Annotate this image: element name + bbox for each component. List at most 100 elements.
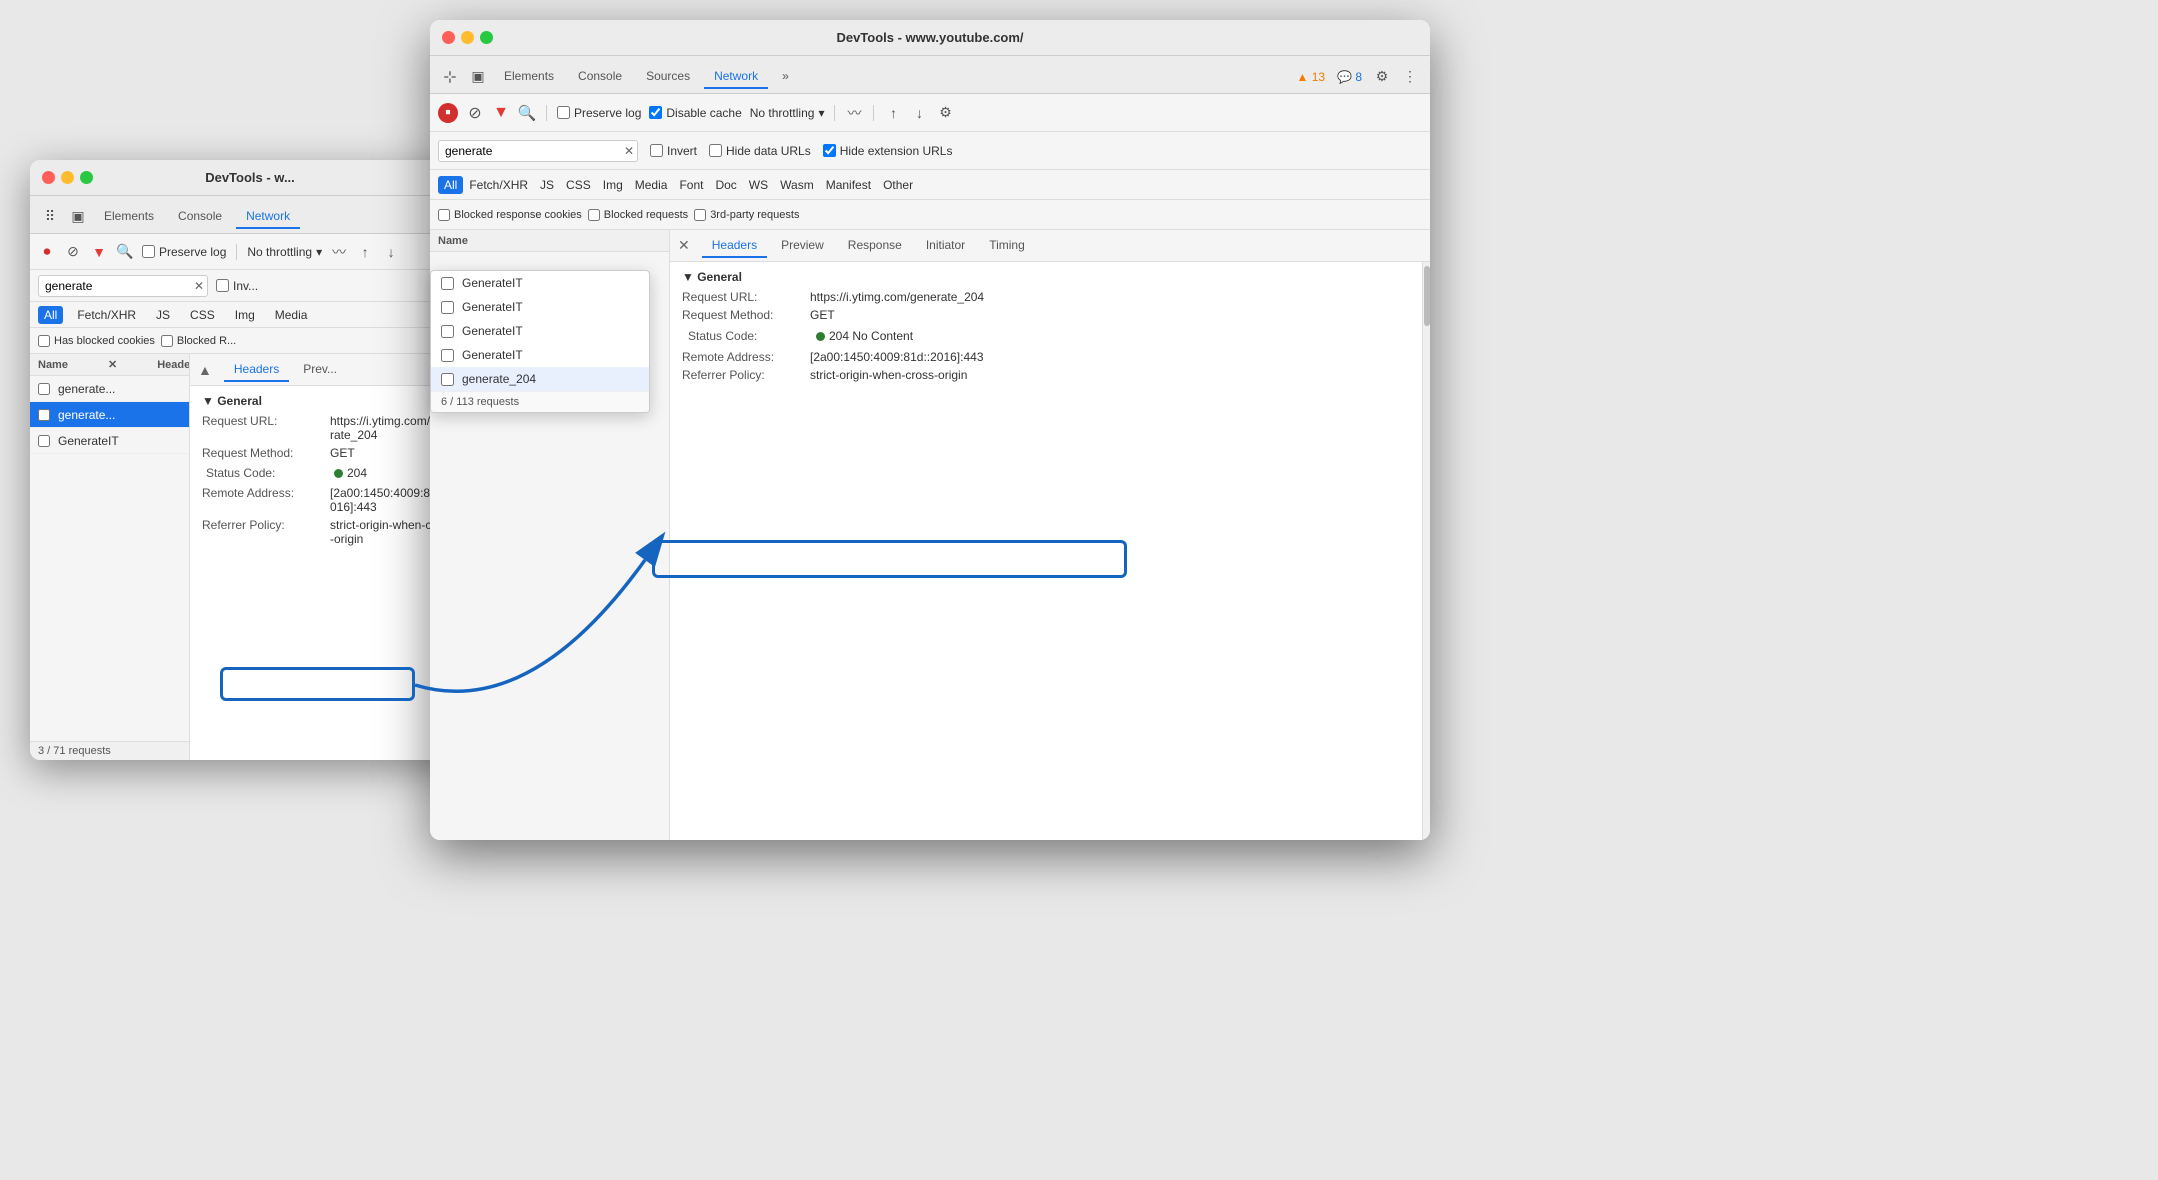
front-tab-console[interactable]: Console bbox=[568, 65, 632, 89]
front-panel-tab-response[interactable]: Response bbox=[838, 234, 912, 258]
back-device-icon[interactable]: ▣ bbox=[66, 205, 90, 229]
front-disable-cache-cb[interactable] bbox=[649, 106, 662, 119]
front-wifi-icon[interactable]: 〰 bbox=[845, 104, 863, 122]
front-hide-ext-urls-label[interactable]: Hide extension URLs bbox=[823, 144, 953, 158]
back-panel-tab-preview[interactable]: Prev... bbox=[293, 358, 347, 382]
dropdown-item-generate204-cb[interactable] bbox=[441, 373, 454, 386]
front-preserve-log-label[interactable]: Preserve log bbox=[557, 106, 641, 120]
back-tab-network[interactable]: Network bbox=[236, 205, 300, 229]
front-hide-ext-urls-cb[interactable] bbox=[823, 144, 836, 157]
front-messages-badge[interactable]: 💬 8 bbox=[1333, 65, 1366, 89]
front-filter-js[interactable]: JS bbox=[534, 176, 560, 194]
back-chip-blocked-cookies-cb[interactable] bbox=[38, 335, 50, 347]
back-filter-fetch[interactable]: Fetch/XHR bbox=[71, 306, 142, 324]
back-stop-icon[interactable]: ⏺ bbox=[38, 243, 56, 261]
front-minimize-button[interactable] bbox=[461, 31, 474, 44]
back-minimize-button[interactable] bbox=[61, 171, 74, 184]
front-scrollbar[interactable] bbox=[1422, 262, 1430, 840]
front-filter-wasm[interactable]: Wasm bbox=[774, 176, 820, 194]
front-filter-media[interactable]: Media bbox=[629, 176, 674, 194]
front-disable-cache-label[interactable]: Disable cache bbox=[649, 106, 741, 120]
back-chip-blocked-cookies[interactable]: Has blocked cookies bbox=[38, 335, 155, 347]
dropdown-item3-cb[interactable] bbox=[441, 325, 454, 338]
back-maximize-button[interactable] bbox=[80, 171, 93, 184]
front-filter-fetch[interactable]: Fetch/XHR bbox=[463, 176, 534, 194]
dropdown-item1-cb[interactable] bbox=[441, 277, 454, 290]
front-maximize-button[interactable] bbox=[480, 31, 493, 44]
front-download-icon[interactable]: ↓ bbox=[910, 104, 928, 122]
back-inspect-icon[interactable]: ⠿ bbox=[38, 205, 62, 229]
front-filter-doc[interactable]: Doc bbox=[709, 176, 742, 194]
front-blocked-requests-cb[interactable] bbox=[588, 209, 600, 221]
front-panel-tab-timing[interactable]: Timing bbox=[979, 234, 1035, 258]
back-panel-tab-headers[interactable]: Headers bbox=[224, 358, 289, 382]
front-preserve-log-cb[interactable] bbox=[557, 106, 570, 119]
back-search-input[interactable] bbox=[38, 275, 208, 297]
back-throttle-select[interactable]: No throttling ▾ bbox=[247, 245, 322, 259]
back-upload-icon[interactable]: ↑ bbox=[356, 243, 374, 261]
front-warnings-badge[interactable]: ▲ 13 bbox=[1292, 65, 1329, 89]
front-search-input[interactable] bbox=[438, 140, 638, 162]
back-filter-media[interactable]: Media bbox=[269, 306, 314, 324]
back-invert-checkbox[interactable] bbox=[216, 279, 229, 292]
back-invert-label[interactable]: Inv... bbox=[216, 279, 258, 293]
front-filter-css[interactable]: CSS bbox=[560, 176, 597, 194]
back-search-clear[interactable]: ✕ bbox=[194, 279, 204, 293]
back-filter-css[interactable]: CSS bbox=[184, 306, 221, 324]
front-panel-close-icon[interactable]: ✕ bbox=[678, 237, 690, 254]
back-preserve-log-checkbox[interactable] bbox=[142, 245, 155, 258]
back-wifi-icon[interactable]: 〰 bbox=[330, 243, 348, 261]
dropdown-item-1[interactable]: GenerateIT bbox=[431, 271, 649, 295]
front-upload-icon[interactable]: ↑ bbox=[884, 104, 902, 122]
front-filter-font[interactable]: Font bbox=[673, 176, 709, 194]
front-filter-all[interactable]: All bbox=[438, 176, 463, 194]
front-tab-more[interactable]: » bbox=[772, 65, 799, 89]
front-panel-tab-initiator[interactable]: Initiator bbox=[916, 234, 975, 258]
front-hide-data-urls-cb[interactable] bbox=[709, 144, 722, 157]
back-tab-elements[interactable]: Elements bbox=[94, 205, 164, 229]
front-scroll-thumb[interactable] bbox=[1424, 266, 1430, 326]
back-item1-cb[interactable] bbox=[38, 383, 50, 395]
back-filter-icon[interactable]: ▼ bbox=[90, 243, 108, 261]
back-clear-icon[interactable]: ⊘ bbox=[64, 243, 82, 261]
back-download-icon[interactable]: ↓ bbox=[382, 243, 400, 261]
front-filter-icon[interactable]: ▼ bbox=[492, 104, 510, 122]
front-close-button[interactable] bbox=[442, 31, 455, 44]
back-network-item-3[interactable]: GenerateIT bbox=[30, 428, 189, 454]
front-throttle-select[interactable]: No throttling ▾ bbox=[750, 106, 825, 120]
front-blocked-cookies-cb[interactable] bbox=[438, 209, 450, 221]
back-chip-blocked-r[interactable]: Blocked R... bbox=[161, 335, 236, 347]
front-more-icon[interactable]: ⋮ bbox=[1398, 65, 1422, 89]
back-item2-cb[interactable] bbox=[38, 409, 50, 421]
front-filter-other[interactable]: Other bbox=[877, 176, 919, 194]
dropdown-item4-cb[interactable] bbox=[441, 349, 454, 362]
back-network-item-2[interactable]: generate... bbox=[30, 402, 189, 428]
dropdown-item-2[interactable]: GenerateIT bbox=[431, 295, 649, 319]
front-invert-cb[interactable] bbox=[650, 144, 663, 157]
front-panel-tab-preview[interactable]: Preview bbox=[771, 234, 834, 258]
back-filter-img[interactable]: Img bbox=[229, 306, 261, 324]
front-device-icon[interactable]: ▣ bbox=[466, 65, 490, 89]
front-blocked-requests[interactable]: Blocked requests bbox=[588, 209, 688, 221]
front-blocked-response-cookies[interactable]: Blocked response cookies bbox=[438, 209, 582, 221]
front-search-clear[interactable]: ✕ bbox=[624, 144, 634, 158]
dropdown-item2-cb[interactable] bbox=[441, 301, 454, 314]
back-filter-js[interactable]: JS bbox=[150, 306, 176, 324]
front-filter-manifest[interactable]: Manifest bbox=[820, 176, 877, 194]
front-search-icon[interactable]: 🔍 bbox=[518, 104, 536, 122]
front-invert-label[interactable]: Invert bbox=[650, 144, 697, 158]
front-settings-icon[interactable]: ⚙ bbox=[1370, 65, 1394, 89]
front-tab-sources[interactable]: Sources bbox=[636, 65, 700, 89]
back-filter-all[interactable]: All bbox=[38, 306, 63, 324]
front-filter-ws[interactable]: WS bbox=[743, 176, 774, 194]
front-settings2-icon[interactable]: ⚙ bbox=[936, 104, 954, 122]
front-hide-data-urls-label[interactable]: Hide data URLs bbox=[709, 144, 811, 158]
front-tab-elements[interactable]: Elements bbox=[494, 65, 564, 89]
dropdown-item-generate204[interactable]: generate_204 bbox=[431, 367, 649, 391]
back-item3-cb[interactable] bbox=[38, 435, 50, 447]
front-cursor-icon[interactable]: ⊹ bbox=[438, 65, 462, 89]
back-network-item-1[interactable]: generate... bbox=[30, 376, 189, 402]
back-search-icon[interactable]: 🔍 bbox=[116, 243, 134, 261]
back-panel-close[interactable]: ▲ bbox=[198, 362, 212, 378]
front-stop-icon[interactable]: ⏹ bbox=[438, 103, 458, 123]
